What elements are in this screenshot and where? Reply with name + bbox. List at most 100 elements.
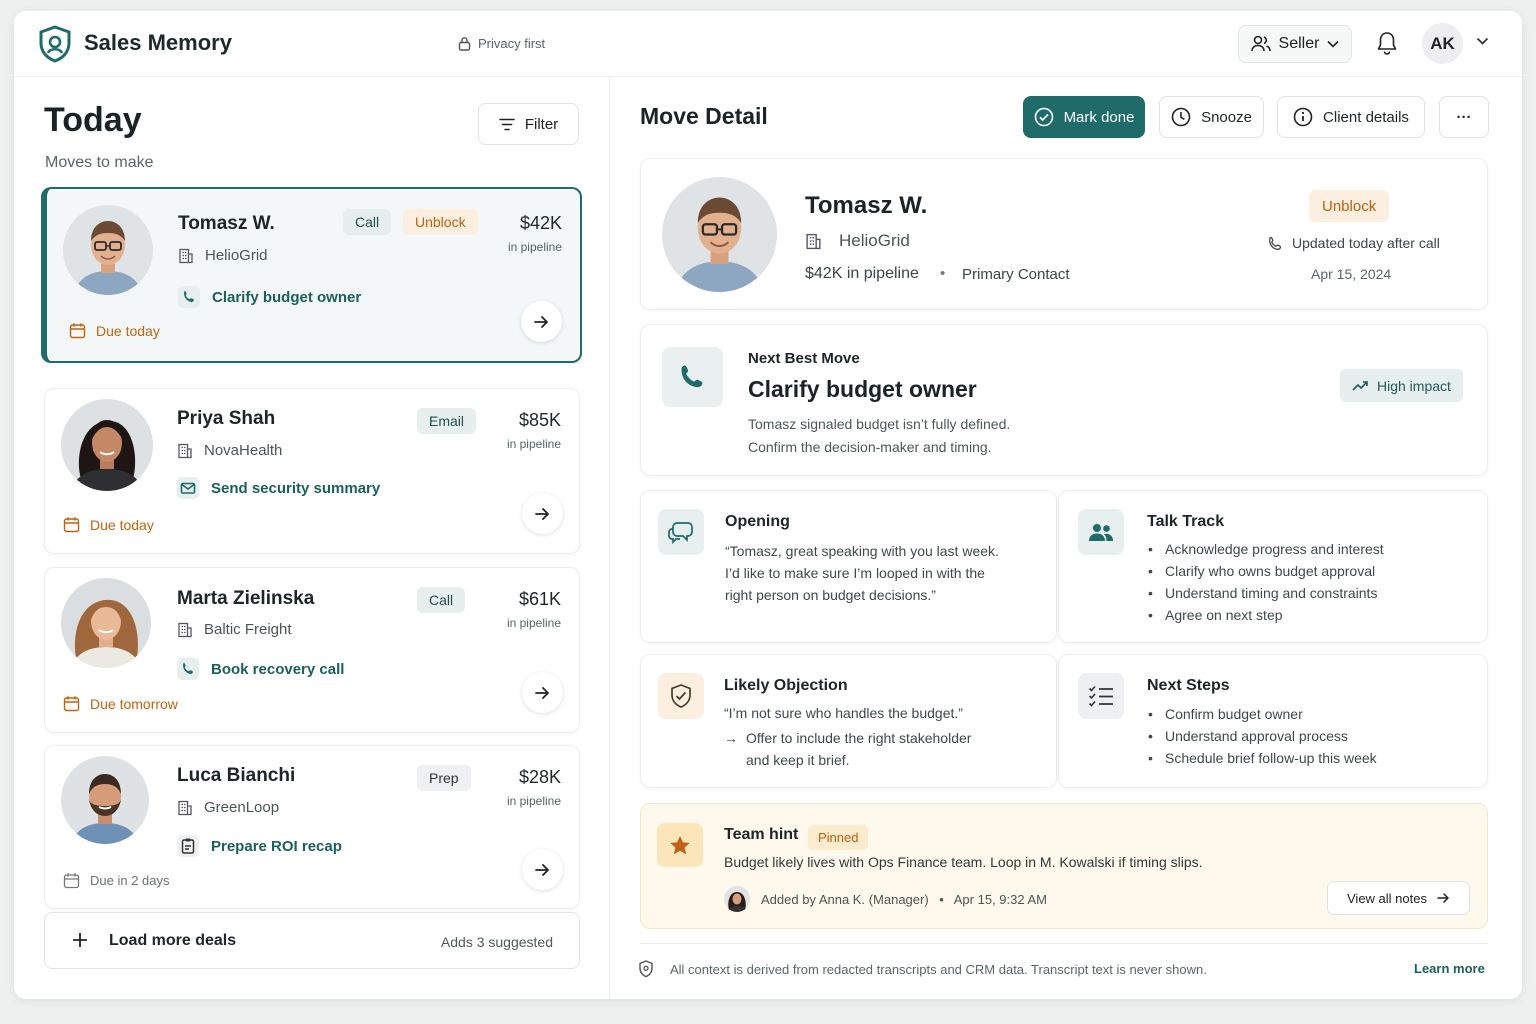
clock-icon: [1171, 107, 1191, 127]
pipeline-label: in pipeline: [506, 437, 561, 451]
deal-company: NovaHealth: [177, 442, 282, 459]
list-item: Schedule brief follow-up this week: [1147, 747, 1377, 769]
due-indicator: Due in 2 days: [63, 872, 170, 889]
building-icon: [178, 248, 194, 264]
chevron-down-icon[interactable]: [1476, 37, 1489, 46]
deal-card[interactable]: Marta Zielinska Baltic Freight Book reco…: [44, 567, 580, 733]
view-all-notes-button[interactable]: View all notes: [1327, 881, 1470, 915]
calendar-icon: [63, 516, 80, 533]
tag-prep: Prep: [417, 765, 471, 791]
shield-logo-icon: [38, 25, 72, 63]
company-label: NovaHealth: [204, 442, 283, 459]
desc-line: Confirm the decision-maker and timing.: [748, 439, 992, 455]
contact-name: Tomasz W.: [805, 192, 928, 219]
page-title: Today: [44, 101, 142, 139]
avatar: [63, 205, 153, 295]
list-item: Understand approval process: [1147, 725, 1377, 747]
phone-icon: [662, 347, 723, 407]
deal-name: Priya Shah: [177, 408, 276, 429]
answer-line: and keep it brief.: [746, 752, 850, 768]
contact-company: HelioGrid: [805, 231, 910, 251]
shield-icon: [638, 960, 654, 978]
plus-icon: [72, 932, 88, 948]
contact-card: Tomasz W. HelioGrid $42K in pipeline • P…: [640, 158, 1488, 310]
opening-line: “Tomasz, great speaking with you last we…: [725, 543, 999, 559]
snooze-button[interactable]: Snooze: [1159, 96, 1264, 138]
today-panel: Today Moves to make Filter Tomasz W. Hel…: [14, 77, 610, 999]
mark-done-label: Mark done: [1063, 108, 1135, 126]
open-deal-button[interactable]: [522, 493, 563, 534]
user-avatar[interactable]: AK: [1422, 23, 1463, 64]
load-more-button[interactable]: Load more deals Adds 3 suggested: [44, 912, 580, 969]
lock-icon: [458, 36, 471, 51]
avatar: [724, 886, 750, 912]
arrow-right-icon: [534, 315, 549, 329]
contact-pipeline: $42K in pipeline: [805, 265, 919, 282]
building-icon: [177, 800, 193, 816]
due-indicator: Due tomorrow: [63, 695, 178, 712]
deal-amount: $42K: [519, 213, 562, 233]
company-label: HelioGrid: [205, 247, 268, 264]
objection-quote: “I’m not sure who handles the budget.”: [724, 705, 963, 721]
updated-note: Updated today after call: [1268, 235, 1440, 251]
deal-name: Luca Bianchi: [177, 765, 296, 786]
open-deal-button[interactable]: [522, 849, 563, 890]
list-item: Confirm budget owner: [1147, 703, 1377, 725]
arrow-right-icon: →: [724, 730, 738, 746]
arrow-right-icon: [535, 686, 550, 700]
objection-card: Likely Objection “I’m not sure who handl…: [640, 654, 1057, 788]
more-options-button[interactable]: ···: [1439, 96, 1489, 138]
impact-badge: High impact: [1340, 369, 1463, 402]
calendar-icon: [63, 872, 80, 889]
pinned-badge: Pinned: [808, 825, 869, 850]
time-label: Apr 15, 9:32 AM: [953, 892, 1047, 907]
load-more-label: Load more deals: [109, 932, 237, 949]
next-steps-card: Next Steps Confirm budget owner Understa…: [1058, 654, 1488, 788]
open-deal-button[interactable]: [522, 672, 563, 713]
chat-icon: [658, 509, 704, 555]
talk-track-list: Acknowledge progress and interest Clarif…: [1147, 538, 1384, 626]
deal-company: GreenLoop: [177, 799, 279, 816]
top-bar: Sales Memory Privacy first Seller AK: [14, 11, 1522, 77]
app-title: Sales Memory: [84, 30, 232, 55]
deal-company: HelioGrid: [178, 247, 268, 264]
next-best-move-desc: Tomasz signaled budget isn’t fully defin…: [748, 413, 1010, 459]
deal-amount: $28K: [518, 767, 561, 787]
company-label: GreenLoop: [204, 799, 280, 816]
avatar: [662, 177, 777, 292]
filter-label: Filter: [524, 115, 559, 133]
deal-name: Tomasz W.: [178, 213, 275, 234]
divider: [640, 943, 1488, 944]
app-window: Sales Memory Privacy first Seller AK Tod…: [14, 11, 1522, 999]
due-label: Due today: [96, 322, 160, 339]
filter-button[interactable]: Filter: [478, 103, 579, 145]
arrow-right-icon: [535, 863, 550, 877]
phone-icon: [177, 658, 199, 680]
role-label: Seller: [1278, 35, 1320, 52]
role-selector[interactable]: Seller: [1238, 25, 1352, 63]
objection-answer: → Offer to include the right stakeholder…: [724, 727, 971, 771]
deal-card[interactable]: Luca Bianchi GreenLoop Prepare ROI recap…: [44, 745, 580, 909]
bell-icon[interactable]: [1376, 31, 1398, 55]
calendar-icon: [63, 695, 80, 712]
check-circle-icon: [1034, 107, 1054, 127]
arrow-right-icon: [535, 507, 550, 521]
open-deal-button[interactable]: [521, 301, 562, 342]
mark-done-button[interactable]: Mark done: [1023, 96, 1145, 138]
client-details-button[interactable]: Client details: [1277, 96, 1425, 138]
deal-card[interactable]: Tomasz W. HelioGrid Clarify budget owner…: [41, 187, 582, 363]
company-label: HelioGrid: [839, 231, 910, 250]
phone-icon: [178, 286, 200, 308]
due-indicator: Due today: [69, 322, 160, 339]
next-best-move-card: Next Best Move Clarify budget owner Toma…: [640, 324, 1488, 476]
deal-amount: $61K: [518, 589, 561, 609]
arrow-right-icon: [1437, 892, 1450, 904]
tag-unblock: Unblock: [403, 209, 478, 235]
deal-card[interactable]: Priya Shah NovaHealth Send security summ…: [44, 388, 580, 554]
tag-call: Call: [343, 209, 392, 235]
chevron-down-icon: [1327, 40, 1340, 48]
deal-move: Prepare ROI recap: [177, 835, 342, 857]
learn-more-link[interactable]: Learn more: [1414, 961, 1485, 976]
due-indicator: Due today: [63, 516, 154, 533]
separator-dot: •: [939, 892, 944, 907]
